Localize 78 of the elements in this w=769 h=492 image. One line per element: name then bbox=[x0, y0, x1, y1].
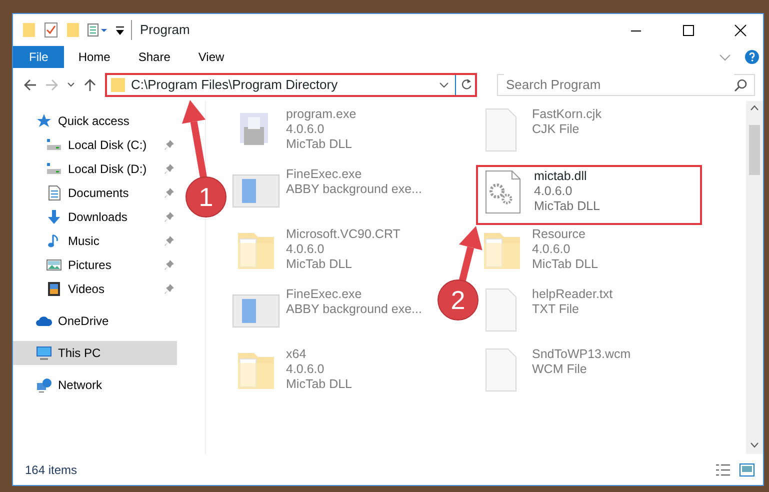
file-name[interactable]: FastKorn.cjk bbox=[532, 107, 602, 122]
file-name[interactable]: FineExec.exe bbox=[286, 287, 422, 302]
file-menu-button[interactable]: File bbox=[13, 46, 64, 68]
file-name[interactable]: FineExec.exe bbox=[286, 167, 422, 182]
annotation-arrow bbox=[458, 226, 482, 283]
sidebar-item[interactable]: Videos bbox=[13, 277, 177, 301]
back-icon[interactable] bbox=[23, 78, 37, 92]
large-icons-view-icon[interactable] bbox=[739, 462, 755, 476]
scrollbar-thumb[interactable] bbox=[749, 125, 760, 175]
file-detail: ABBY background exe... bbox=[286, 302, 422, 317]
sidebar-item[interactable]: Music bbox=[13, 229, 177, 253]
pin-icon[interactable] bbox=[163, 259, 175, 271]
file-detail: 4.0.6.0 bbox=[286, 242, 326, 257]
file-name[interactable]: SndToWP13.wcm bbox=[532, 347, 631, 362]
close-icon[interactable] bbox=[732, 22, 748, 38]
file-detail: MicTab DLL bbox=[534, 199, 600, 214]
details-view-icon[interactable] bbox=[715, 462, 731, 476]
search-icon[interactable] bbox=[734, 78, 748, 92]
drive-icon bbox=[46, 137, 62, 153]
sidebar-item[interactable]: Documents bbox=[13, 181, 177, 205]
file-detail: MicTab DLL bbox=[286, 377, 352, 392]
monitor-icon bbox=[36, 345, 52, 361]
sidebar-item[interactable]: Network bbox=[13, 373, 177, 397]
star-icon bbox=[36, 113, 52, 129]
customize-icon[interactable] bbox=[87, 22, 109, 38]
scroll-down-icon[interactable] bbox=[750, 442, 759, 448]
file-detail: WCM File bbox=[532, 362, 588, 377]
dropdown-icon[interactable] bbox=[115, 24, 125, 36]
properties-icon[interactable] bbox=[43, 22, 59, 38]
file-detail: MicTab DLL bbox=[532, 257, 598, 272]
pin-icon[interactable] bbox=[163, 283, 175, 295]
scroll-up-icon[interactable] bbox=[750, 105, 759, 111]
file-name[interactable]: x64 bbox=[286, 347, 352, 362]
step-marker bbox=[186, 176, 226, 218]
step-number: 2 bbox=[450, 285, 466, 315]
file-detail: ABBY background exe... bbox=[286, 182, 422, 197]
step-number: 1 bbox=[198, 182, 214, 212]
pin-icon[interactable] bbox=[163, 163, 175, 175]
document-icon bbox=[46, 185, 62, 201]
file-name[interactable]: mictab.dll bbox=[534, 169, 600, 184]
sidebar-item[interactable]: Downloads bbox=[13, 205, 177, 229]
step-marker bbox=[438, 280, 478, 320]
file-name[interactable]: Resource bbox=[532, 227, 598, 242]
file-name[interactable]: Microsoft.VC90.CRT bbox=[286, 227, 400, 242]
file-name[interactable]: helpReader.txt bbox=[532, 287, 613, 302]
picture-icon bbox=[46, 257, 62, 273]
folder-icon bbox=[110, 76, 126, 92]
forward-icon[interactable] bbox=[45, 78, 59, 92]
address-path: C:\Program Files\Program Directory bbox=[131, 76, 339, 94]
file-detail: 4.0.6.0 bbox=[286, 122, 326, 137]
item-count: 164 items bbox=[25, 462, 78, 478]
pin-icon[interactable] bbox=[163, 235, 175, 247]
sidebar-item[interactable]: OneDrive bbox=[13, 309, 177, 333]
file-detail: CJK File bbox=[532, 122, 580, 137]
file-detail: MicTab DLL bbox=[286, 137, 353, 152]
maximize-icon[interactable] bbox=[680, 22, 696, 38]
pin-icon[interactable] bbox=[163, 139, 175, 151]
pin-icon[interactable] bbox=[163, 211, 175, 223]
file-name[interactable]: program.exe bbox=[286, 107, 356, 122]
sidebar-item[interactable]: Local Disk (D:) bbox=[13, 157, 177, 181]
file-detail: 4.0.6.0 bbox=[286, 362, 326, 377]
file-detail: TXT File bbox=[532, 302, 580, 317]
search-field[interactable]: Search Program bbox=[497, 74, 755, 96]
file-detail: 4.0.6.0 bbox=[532, 242, 572, 257]
film-icon bbox=[46, 281, 62, 297]
sidebar-item[interactable]: This PC bbox=[13, 341, 177, 365]
file-detail: 4.0.6.0 bbox=[534, 184, 574, 199]
address-bar[interactable]: C:\Program Files\Program Directory bbox=[105, 72, 477, 96]
sidebar-item[interactable]: Quick access bbox=[13, 109, 177, 133]
sidebar-item[interactable]: Pictures bbox=[13, 253, 177, 277]
pin-icon[interactable] bbox=[163, 187, 175, 199]
window-title: Program bbox=[131, 20, 607, 40]
download-icon bbox=[46, 209, 62, 225]
file-detail: MicTab DLL bbox=[286, 257, 353, 272]
network-icon bbox=[36, 377, 52, 393]
drive-icon bbox=[46, 161, 62, 177]
sidebar-item[interactable]: Local Disk (C:) bbox=[13, 133, 177, 157]
up-icon[interactable] bbox=[83, 78, 97, 92]
